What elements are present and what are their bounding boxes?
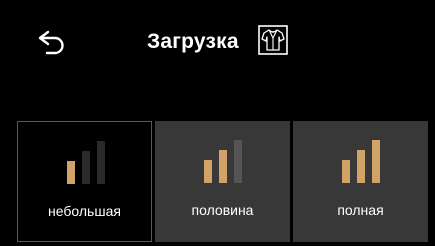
back-arrow-icon (38, 30, 64, 55)
level-bar-3 (97, 141, 105, 184)
level-bar-1 (342, 160, 350, 183)
level-bar-3 (372, 140, 380, 183)
load-option-label: половина (191, 202, 254, 218)
level-bars-icon (342, 140, 380, 183)
shirt-icon (258, 25, 288, 55)
level-bar-1 (204, 160, 212, 183)
load-option-half[interactable]: половина (155, 121, 290, 242)
page-title: Загрузка (147, 30, 239, 53)
level-bar-1 (67, 161, 75, 184)
level-bar-2 (82, 151, 90, 184)
level-bar-2 (357, 150, 365, 183)
load-option-full[interactable]: полная (293, 121, 428, 242)
header: Загрузка (0, 0, 435, 90)
level-bars-icon (67, 141, 105, 184)
load-option-label: небольшая (48, 203, 121, 219)
level-bars-icon (204, 140, 242, 183)
level-bar-3 (234, 140, 242, 183)
back-button[interactable] (34, 26, 74, 60)
load-option-small[interactable]: небольшая (17, 121, 152, 242)
load-option-label: полная (337, 202, 384, 218)
level-bar-2 (219, 150, 227, 183)
